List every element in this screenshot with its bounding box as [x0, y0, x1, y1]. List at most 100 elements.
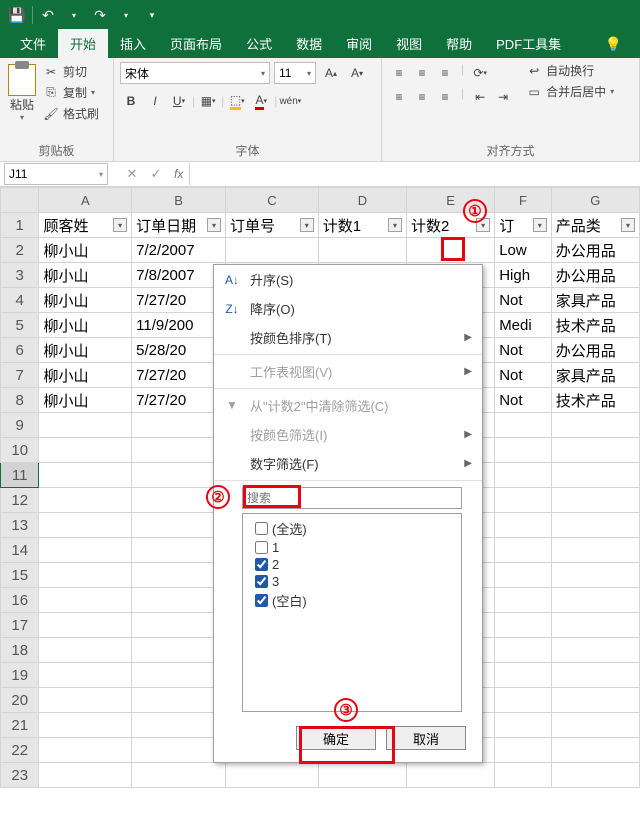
- filter-button[interactable]: ▾: [113, 218, 127, 232]
- bold-button[interactable]: B: [120, 90, 142, 112]
- cell[interactable]: 家具产品: [551, 363, 639, 388]
- row-header[interactable]: 4: [1, 288, 39, 313]
- border-button[interactable]: ▦▾: [197, 90, 219, 112]
- align-top-button[interactable]: ≡: [388, 62, 410, 84]
- cell[interactable]: 7/27/20: [132, 363, 226, 388]
- row-header[interactable]: 5: [1, 313, 39, 338]
- cell[interactable]: 柳小山: [39, 338, 132, 363]
- align-right-button[interactable]: ≡: [434, 86, 456, 108]
- qat-more-icon[interactable]: ▾: [139, 2, 165, 28]
- col-header-F[interactable]: F: [495, 188, 552, 213]
- tab-view[interactable]: 视图: [384, 29, 434, 58]
- filter-button[interactable]: ▾: [300, 218, 314, 232]
- filter-button[interactable]: ▾: [207, 218, 221, 232]
- checkbox[interactable]: [255, 594, 268, 607]
- orientation-button[interactable]: ⟳▾: [469, 62, 491, 84]
- cell[interactable]: 柳小山: [39, 388, 132, 413]
- cell[interactable]: 办公用品: [551, 338, 639, 363]
- col-header-G[interactable]: G: [551, 188, 639, 213]
- row-header[interactable]: 15: [1, 563, 39, 588]
- cell[interactable]: High: [495, 263, 552, 288]
- cell[interactable]: 技术产品: [551, 388, 639, 413]
- phonetic-button[interactable]: wén▾: [279, 90, 301, 112]
- checkbox[interactable]: [255, 558, 268, 571]
- sort-asc-item[interactable]: A↓升序(S): [214, 265, 482, 294]
- check-row-1[interactable]: 1: [247, 539, 457, 556]
- check-row-3[interactable]: 3: [247, 573, 457, 590]
- row-header[interactable]: 12: [1, 488, 39, 513]
- row-header[interactable]: 6: [1, 338, 39, 363]
- select-all-corner[interactable]: [1, 188, 39, 213]
- cell[interactable]: 7/27/20: [132, 288, 226, 313]
- grow-font-button[interactable]: A▴: [320, 62, 342, 84]
- row-header[interactable]: 23: [1, 763, 39, 788]
- indent-inc-button[interactable]: ⇥: [492, 86, 514, 108]
- align-left-button[interactable]: ≡: [388, 86, 410, 108]
- filter-button[interactable]: ▾: [388, 218, 402, 232]
- cell[interactable]: 产品类▾: [551, 213, 639, 238]
- row-header[interactable]: 18: [1, 638, 39, 663]
- paste-button[interactable]: 粘贴 ▾: [6, 62, 38, 124]
- cell[interactable]: Not: [495, 338, 552, 363]
- checkbox[interactable]: [255, 575, 268, 588]
- row-header[interactable]: 22: [1, 738, 39, 763]
- indent-dec-button[interactable]: ⇤: [469, 86, 491, 108]
- checkbox[interactable]: [255, 541, 268, 554]
- tab-layout[interactable]: 页面布局: [158, 29, 234, 58]
- tab-file[interactable]: 文件: [8, 29, 58, 58]
- cell[interactable]: 顾客姓▾: [39, 213, 132, 238]
- undo-more-icon[interactable]: ▾: [61, 2, 87, 28]
- redo-more-icon[interactable]: ▾: [113, 2, 139, 28]
- align-bot-button[interactable]: ≡: [434, 62, 456, 84]
- fill-color-button[interactable]: ⬚▾: [226, 90, 248, 112]
- row-header[interactable]: 1: [1, 213, 39, 238]
- sort-desc-item[interactable]: Z↓降序(O): [214, 294, 482, 323]
- col-header-A[interactable]: A: [39, 188, 132, 213]
- filter-button[interactable]: ▾: [533, 218, 547, 232]
- number-filter-item[interactable]: 数字筛选(F)▶: [214, 449, 482, 478]
- cell[interactable]: 家具产品: [551, 288, 639, 313]
- cell[interactable]: 订单号▾: [226, 213, 319, 238]
- enter-formula-icon[interactable]: ✓: [144, 163, 168, 185]
- cell[interactable]: 7/8/2007: [132, 263, 226, 288]
- row-header[interactable]: 9: [1, 413, 39, 438]
- fx-icon[interactable]: fx: [168, 167, 189, 181]
- cell[interactable]: Not: [495, 388, 552, 413]
- cell[interactable]: 柳小山: [39, 238, 132, 263]
- cell[interactable]: 柳小山: [39, 313, 132, 338]
- checkbox[interactable]: [255, 522, 268, 535]
- undo-icon[interactable]: ↶: [35, 2, 61, 28]
- cell[interactable]: 7/27/20: [132, 388, 226, 413]
- cell[interactable]: 柳小山: [39, 363, 132, 388]
- align-center-button[interactable]: ≡: [411, 86, 433, 108]
- row-header[interactable]: 8: [1, 388, 39, 413]
- font-size-combo[interactable]: 11▾: [274, 62, 316, 84]
- shrink-font-button[interactable]: A▾: [346, 62, 368, 84]
- tab-pdf[interactable]: PDF工具集: [484, 29, 573, 58]
- col-header-B[interactable]: B: [132, 188, 226, 213]
- cell[interactable]: 11/9/200: [132, 313, 226, 338]
- tab-review[interactable]: 审阅: [334, 29, 384, 58]
- col-header-C[interactable]: C: [226, 188, 319, 213]
- cancel-button[interactable]: 取消: [386, 726, 466, 750]
- check-row-blank[interactable]: (空白): [247, 590, 457, 611]
- cell[interactable]: 7/2/2007: [132, 238, 226, 263]
- cell[interactable]: 柳小山: [39, 263, 132, 288]
- cancel-formula-icon[interactable]: ✕: [120, 163, 144, 185]
- row-header[interactable]: 21: [1, 713, 39, 738]
- cell[interactable]: 订单日期▾: [132, 213, 226, 238]
- cell[interactable]: 办公用品: [551, 263, 639, 288]
- filter-button[interactable]: ▾: [621, 218, 635, 232]
- cut-button[interactable]: ✂剪切: [42, 62, 100, 81]
- merge-button[interactable]: ▭合并后居中▾: [526, 83, 614, 100]
- name-box[interactable]: J11▾: [4, 163, 108, 185]
- row-header[interactable]: 20: [1, 688, 39, 713]
- copy-button[interactable]: ⎘复制▾: [42, 83, 100, 102]
- wrap-text-button[interactable]: ↩自动换行: [526, 62, 614, 79]
- cell[interactable]: 5/28/20: [132, 338, 226, 363]
- save-icon[interactable]: 💾: [4, 2, 30, 28]
- row-header[interactable]: 16: [1, 588, 39, 613]
- row-header[interactable]: 19: [1, 663, 39, 688]
- row-header[interactable]: 14: [1, 538, 39, 563]
- redo-icon[interactable]: ↷: [87, 2, 113, 28]
